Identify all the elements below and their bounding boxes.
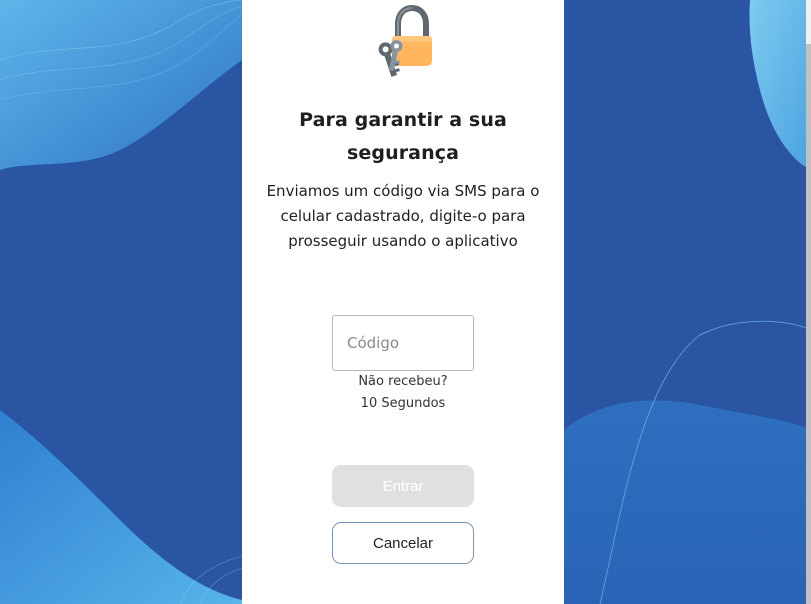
resend-code-link[interactable]: Não recebeu? (242, 373, 564, 391)
code-input[interactable] (332, 315, 474, 371)
resend-countdown: 10 Segundos (360, 396, 446, 411)
wave-left-bottom (0, 410, 242, 604)
title-text: Para garantir a sua segurança (299, 109, 507, 164)
wave-right-bottom (564, 400, 811, 604)
subtitle-text: Enviamos um código via SMS para o celula… (266, 182, 540, 250)
wave-left-top (0, 0, 242, 170)
enter-button[interactable]: Entrar (332, 465, 474, 507)
instructions-text: Enviamos um código via SMS para o celula… (242, 179, 564, 254)
cancel-button[interactable]: Cancelar (332, 522, 474, 564)
scrollbar-thumb[interactable] (806, 44, 811, 604)
page-title: Para garantir a sua segurança (242, 104, 564, 170)
verification-panel: Para garantir a sua segurança Enviamos u… (242, 0, 564, 604)
wave-right-top (749, 0, 811, 170)
scrollbar[interactable] (806, 0, 811, 604)
lock-with-key-icon (378, 4, 432, 77)
screen: Para garantir a sua segurança Enviamos u… (0, 0, 811, 604)
